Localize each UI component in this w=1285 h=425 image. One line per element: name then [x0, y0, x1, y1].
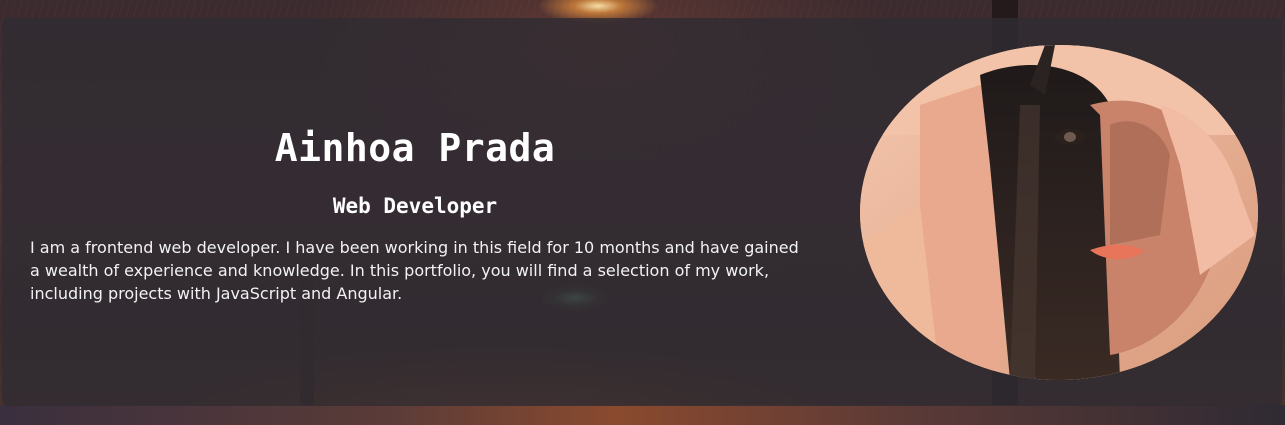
profile-photo: [860, 45, 1258, 380]
profile-name: Ainhoa Prada: [274, 126, 556, 170]
background-strip: [0, 405, 1285, 425]
profile-role: Web Developer: [332, 194, 498, 218]
profile-bio: I am a frontend web developer. I have be…: [30, 238, 799, 303]
profile-photo-icon: [860, 45, 1258, 380]
intro-text: Ainhoa Prada Web Developer I am a fronte…: [30, 118, 800, 305]
hero-card: Ainhoa Prada Web Developer I am a fronte…: [2, 18, 1282, 406]
